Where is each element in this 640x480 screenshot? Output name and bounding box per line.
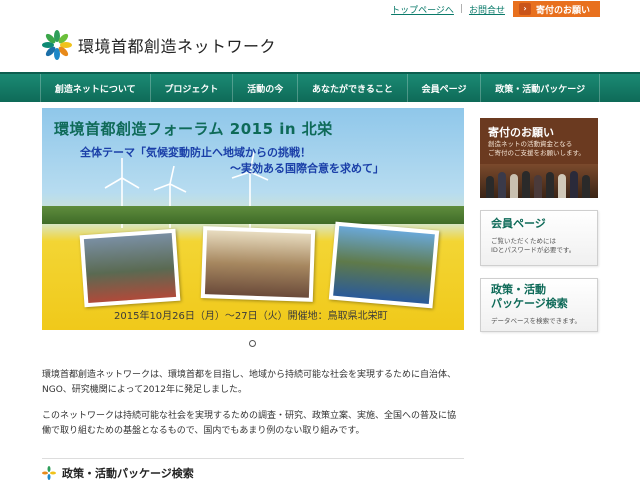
nav-item-activities[interactable]: 活動の今 [232, 74, 297, 102]
separator: | [459, 4, 463, 14]
policy-search-heading: 政策・活動パッケージ検索 [42, 458, 464, 480]
nav-item-about[interactable]: 創造ネットについて [40, 74, 150, 102]
nav-item-projects[interactable]: プロジェクト [149, 74, 233, 102]
nav-item-policy-package[interactable]: 政策・活動パッケージ [480, 74, 601, 102]
leaf-circle-logo-icon [42, 30, 72, 60]
treeline [42, 206, 464, 224]
sidebar-policy-search[interactable]: 政策・活動 パッケージ検索 データベースを検索できます。 [480, 278, 598, 332]
arrow-right-icon: › [518, 3, 531, 15]
site-logo[interactable]: 環境首都創造ネットワーク [42, 30, 276, 60]
sidebar-donate-desc: 創造ネットの活動資金となる ご寄付のご支援をお願いします。 [488, 140, 585, 157]
utility-bar: トップページへ | お問合せ › 寄付のお願い [385, 0, 600, 18]
sidebar-member-title: 会員ページ [491, 217, 546, 230]
hero-title: 環境首都創造フォーラム 2015 in 北栄 [54, 120, 333, 138]
sidebar-donate-title: 寄付のお願い [488, 126, 554, 139]
donate-button-label: 寄付のお願い [535, 5, 590, 16]
hero-photo-3 [328, 221, 440, 309]
intro-paragraph-2: このネットワークは持続可能な社会を実現するための調査・研究、政策立案、実施、全国… [42, 411, 457, 436]
donate-button-top[interactable]: › 寄付のお願い [512, 1, 600, 17]
sidebar-donate-banner[interactable]: 寄付のお願い 創造ネットの活動資金となる ご寄付のご支援をお願いします。 [480, 118, 598, 198]
contact-link[interactable]: お問合せ [469, 3, 505, 16]
section-title: 政策・活動パッケージ検索 [62, 467, 194, 480]
top-page-link[interactable]: トップページへ [391, 3, 454, 16]
sidebar-policy-desc: データベースを検索できます。 [491, 317, 582, 325]
hero-photo-1 [79, 228, 181, 308]
sidebar-policy-title-line1: 政策・活動 [491, 283, 546, 296]
nav-item-members[interactable]: 会員ページ [406, 74, 481, 102]
hero-event-date: 2015年10月26日（月）〜27日（火）開催地：鳥取県北栄町 [114, 311, 388, 322]
intro-text: 環境首都創造ネットワークは、環境首都を目指し、地域から持続可能な社会を実現するた… [42, 368, 464, 450]
nav-item-what-you-can-do[interactable]: あなたができること [297, 74, 407, 102]
sidebar-member-page[interactable]: 会員ページ ご覧いただくためには IDとパスワードが必要です。 [480, 210, 598, 266]
hero-theme-line2: 〜実効ある国際合意を求めて」 [230, 162, 384, 175]
hero-theme-line1: 全体テーマ「気候変動防止へ地域からの挑戦！ [80, 146, 311, 159]
hero-banner[interactable]: 環境首都創造フォーラム 2015 in 北栄 全体テーマ「気候変動防止へ地域から… [42, 108, 464, 330]
leaf-circle-icon [42, 466, 56, 480]
group-photo [480, 164, 598, 198]
sidebar-policy-title: 政策・活動 パッケージ検索 [491, 283, 568, 311]
sidebar-member-desc: ご覧いただくためには IDとパスワードが必要です。 [491, 237, 576, 254]
intro-paragraph-1: 環境首都創造ネットワークは、環境首都を目指し、地域から持続可能な社会を実現するた… [42, 370, 457, 395]
main-nav: 創造ネットについて プロジェクト 活動の今 あなたができること 会員ページ 政策… [0, 72, 640, 102]
carousel-indicator[interactable] [249, 340, 256, 347]
hero-photo-2 [200, 226, 316, 302]
site-name: 環境首都創造ネットワーク [78, 37, 277, 56]
sidebar-policy-title-line2: パッケージ検索 [491, 297, 568, 310]
